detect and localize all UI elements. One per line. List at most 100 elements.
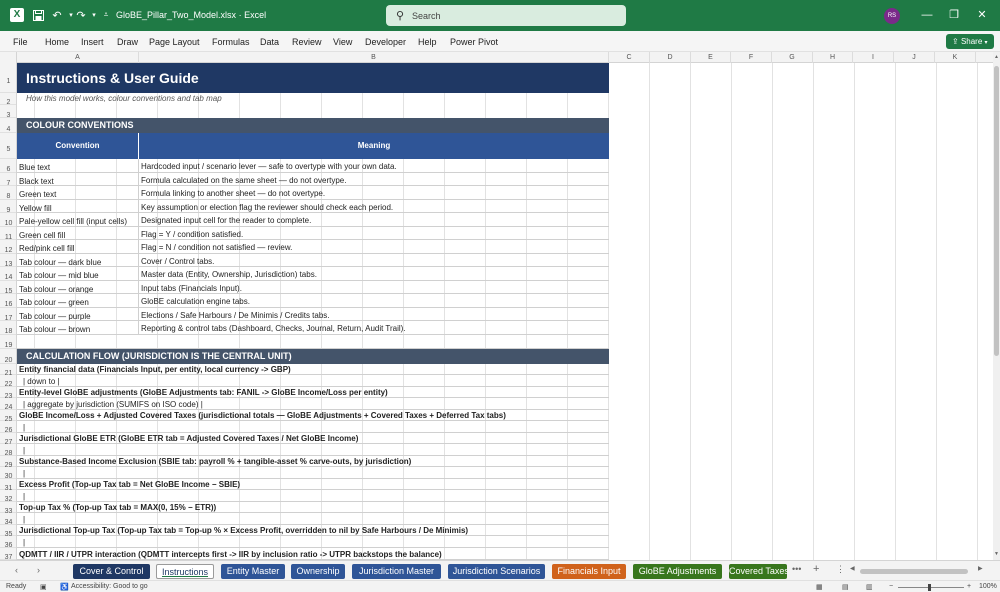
convention-cell[interactable]: Green cell fill	[17, 227, 139, 239]
meaning-cell[interactable]: Elections / Safe Harbours / De Minimis /…	[139, 308, 609, 320]
accessibility-status[interactable]: Accessibility: Good to go	[71, 583, 148, 590]
flow-step[interactable]: Entity-level GloBE adjustments (GloBE Ad…	[17, 387, 609, 398]
row-header[interactable]: 19	[0, 335, 16, 349]
scroll-up-icon[interactable]: ▲	[993, 54, 1000, 60]
convention-cell[interactable]: Yellow fill	[17, 200, 139, 212]
meaning-cell[interactable]: Key assumption or election flag the revi…	[139, 200, 609, 212]
row-header[interactable]: 26	[0, 421, 16, 434]
row-header[interactable]: 13	[0, 254, 16, 268]
convention-cell[interactable]: Tab colour — orange	[17, 281, 139, 293]
zoom-slider-handle[interactable]	[928, 584, 931, 591]
convention-cell[interactable]: Red/pink cell fill	[17, 240, 139, 253]
flow-step[interactable]: Entity financial data (Financials Input,…	[17, 364, 609, 375]
meaning-cell[interactable]: GloBE calculation engine tabs.	[139, 294, 609, 307]
flow-step[interactable]: QDMTT / IIR / UTPR interaction (QDMTT in…	[17, 548, 609, 560]
vertical-scrollbar[interactable]: ▲ ▼	[993, 52, 1000, 560]
tab-jurisdiction-scenarios[interactable]: Jurisdiction Scenarios	[448, 564, 545, 579]
flow-connector[interactable]: | aggregate by jurisdiction (SUMIFS on I…	[17, 398, 609, 410]
row-header[interactable]: 16	[0, 294, 16, 308]
zoom-out-icon[interactable]: −	[889, 583, 893, 590]
row-header[interactable]: 17	[0, 308, 16, 322]
row-header[interactable]: 36	[0, 536, 16, 549]
tab-scroll-right-icon[interactable]: ›	[37, 565, 40, 575]
row-header[interactable]: 4	[0, 118, 16, 133]
menu-data[interactable]: Data	[260, 37, 279, 47]
row-header[interactable]: 11	[0, 227, 16, 241]
column-header-f[interactable]: F	[731, 52, 772, 63]
column-header-a[interactable]: A	[17, 52, 139, 63]
flow-step[interactable]: Jurisdictional Top-up Tax (Top-up Tax ta…	[17, 525, 609, 536]
row-header[interactable]: 10	[0, 213, 16, 227]
meaning-cell[interactable]: Hardcoded input / scenario lever — safe …	[139, 159, 609, 172]
row-header[interactable]: 21	[0, 364, 16, 377]
hscroll-left-icon[interactable]: ◀	[850, 565, 855, 572]
scroll-down-icon[interactable]: ▼	[993, 551, 1000, 557]
accessibility-icon[interactable]: ♿	[60, 583, 69, 591]
menu-review[interactable]: Review	[292, 37, 322, 47]
tab-ownership[interactable]: Ownership	[291, 564, 345, 579]
meaning-cell[interactable]: Formula linking to another sheet — do no…	[139, 186, 609, 199]
row-header[interactable]: 25	[0, 410, 16, 423]
row-header[interactable]: 30	[0, 467, 16, 480]
meaning-cell[interactable]: Flag = N / condition not satisfied — rev…	[139, 240, 609, 253]
page-break-view-icon[interactable]: ▥	[866, 583, 873, 591]
row-header[interactable]: 6	[0, 159, 16, 173]
row-header[interactable]: 18	[0, 321, 16, 335]
row-header[interactable]: 15	[0, 281, 16, 295]
flow-step[interactable]: Excess Profit (Top-up Tax tab = Net GloB…	[17, 479, 609, 490]
row-header[interactable]: 34	[0, 513, 16, 526]
more-tabs-icon[interactable]: •••	[792, 564, 801, 574]
row-header[interactable]: 14	[0, 267, 16, 281]
menu-home[interactable]: Home	[45, 37, 69, 47]
row-header[interactable]: 35	[0, 525, 16, 538]
table-row[interactable]	[17, 335, 609, 349]
column-header-d[interactable]: D	[650, 52, 691, 63]
macro-record-icon[interactable]: ▣	[40, 583, 47, 591]
page-layout-view-icon[interactable]: ▤	[842, 583, 849, 591]
menu-insert[interactable]: Insert	[81, 37, 104, 47]
column-header-c[interactable]: C	[609, 52, 650, 63]
row-header[interactable]: 2	[0, 93, 16, 106]
row-header[interactable]: 7	[0, 173, 16, 187]
section-colour-conventions[interactable]: COLOUR CONVENTIONS	[17, 118, 609, 133]
convention-cell[interactable]: Tab colour — green	[17, 294, 139, 307]
row-header[interactable]: 20	[0, 349, 16, 364]
zoom-in-icon[interactable]: +	[967, 583, 971, 590]
column-header-k[interactable]: K	[935, 52, 976, 63]
convention-cell[interactable]: Black text	[17, 173, 139, 185]
menu-help[interactable]: Help	[418, 37, 437, 47]
column-header-i[interactable]: I	[853, 52, 894, 63]
save-icon[interactable]	[31, 8, 45, 22]
redo-icon[interactable]: ↷	[74, 8, 88, 22]
meaning-cell[interactable]: Flag = Y / condition satisfied.	[139, 227, 609, 239]
row-header[interactable]: 3	[0, 105, 16, 119]
menu-developer[interactable]: Developer	[365, 37, 406, 47]
row-header[interactable]: 29	[0, 456, 16, 469]
customize-toolbar-icon[interactable]: ⩡	[99, 8, 113, 22]
row-header[interactable]: 5	[0, 133, 16, 159]
row-header[interactable]: 28	[0, 444, 16, 457]
zoom-level[interactable]: 100%	[979, 583, 997, 590]
flow-connector[interactable]: |	[17, 490, 609, 502]
tab-options-icon[interactable]: ⋮	[836, 564, 845, 575]
tab-entity-master[interactable]: Entity Master	[221, 564, 285, 579]
vertical-scroll-thumb[interactable]	[994, 66, 999, 356]
convention-cell[interactable]: Tab colour — mid blue	[17, 267, 139, 280]
column-header-j[interactable]: J	[894, 52, 935, 63]
convention-cell[interactable]: Pale-yellow cell fill (input cells)	[17, 213, 139, 226]
add-sheet-icon[interactable]: +	[813, 563, 819, 575]
row-header[interactable]: 9	[0, 200, 16, 214]
page-subtitle[interactable]: How this model works, colour conventions…	[17, 93, 609, 105]
row-header[interactable]: 1	[0, 63, 16, 93]
row-header[interactable]: 32	[0, 490, 16, 503]
flow-connector[interactable]: |	[17, 536, 609, 548]
undo-icon[interactable]: ↶	[50, 8, 64, 22]
tab-instructions[interactable]: Instructions	[156, 564, 214, 579]
row-header[interactable]: 22	[0, 375, 16, 388]
table-header-meaning[interactable]: Meaning	[139, 133, 609, 159]
row-header[interactable]: 33	[0, 502, 16, 515]
tab-covered-taxes[interactable]: Covered Taxes	[729, 564, 787, 579]
column-header-g[interactable]: G	[772, 52, 813, 63]
convention-cell[interactable]: Tab colour — purple	[17, 308, 139, 320]
page-title[interactable]: Instructions & User Guide	[17, 63, 609, 93]
